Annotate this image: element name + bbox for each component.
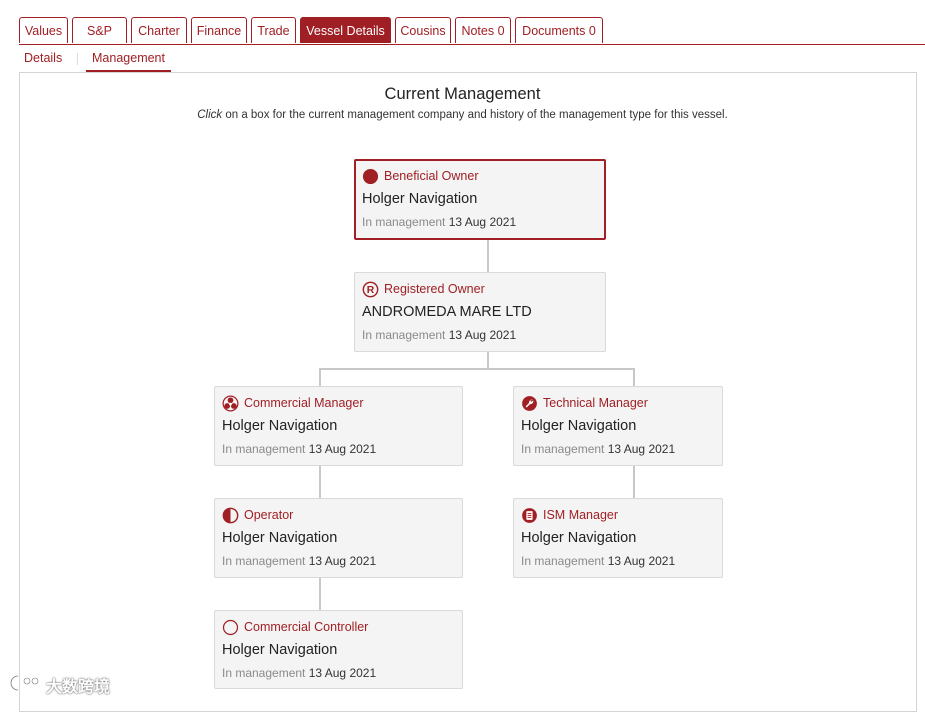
role-label: Commercial Controller bbox=[244, 620, 369, 634]
registered-r-icon: R bbox=[362, 281, 379, 298]
ism-manager-box[interactable]: ISM Manager Holger Navigation In managem… bbox=[513, 498, 723, 578]
document-circle-icon bbox=[521, 507, 538, 524]
commercial-manager-icon bbox=[222, 395, 239, 412]
connector-commercial-operator bbox=[319, 465, 321, 498]
role-label: Commercial Manager bbox=[244, 396, 364, 410]
management-since: In management 13 Aug 2021 bbox=[222, 554, 376, 568]
watermark-text: 大数跨境 bbox=[46, 679, 111, 696]
half-circle-icon bbox=[222, 507, 239, 524]
registered-owner-box[interactable]: R Registered Owner ANDROMEDA MARE LTD In… bbox=[354, 272, 606, 352]
watermark-logo-icon bbox=[8, 673, 42, 698]
since-date: 13 Aug 2021 bbox=[308, 666, 377, 680]
tab-vessel-details[interactable]: Vessel Details bbox=[300, 17, 391, 43]
since-label: In management bbox=[362, 328, 446, 342]
tab-documents[interactable]: Documents 0 bbox=[515, 17, 603, 43]
operator-box[interactable]: Operator Holger Navigation In management… bbox=[214, 498, 463, 578]
tab-values[interactable]: Values bbox=[19, 17, 68, 43]
management-since: In management 13 Aug 2021 bbox=[222, 442, 376, 456]
company-name: Holger Navigation bbox=[222, 642, 338, 658]
management-since: In management 13 Aug 2021 bbox=[222, 666, 376, 680]
management-since: In management 13 Aug 2021 bbox=[362, 215, 516, 229]
management-since: In management 13 Aug 2021 bbox=[362, 328, 516, 342]
since-label: In management bbox=[222, 666, 306, 680]
filled-circle-icon bbox=[362, 168, 379, 185]
technical-manager-role: Technical Manager bbox=[521, 394, 648, 412]
svg-text:R: R bbox=[367, 285, 375, 296]
company-name: Holger Navigation bbox=[362, 191, 478, 207]
beneficial-owner-role: Beneficial Owner bbox=[362, 167, 479, 185]
ism-manager-role: ISM Manager bbox=[521, 506, 618, 524]
panel-hint: Click on a box for the current managemen… bbox=[0, 109, 925, 121]
connector-technical-ism bbox=[633, 465, 635, 498]
since-date: 13 Aug 2021 bbox=[308, 554, 377, 568]
connector-branch-right bbox=[633, 368, 635, 386]
company-name: Holger Navigation bbox=[521, 530, 637, 546]
operator-role: Operator bbox=[222, 506, 293, 524]
since-label: In management bbox=[222, 554, 306, 568]
registered-owner-role: R Registered Owner bbox=[362, 280, 485, 298]
watermark: 大数跨境 bbox=[8, 674, 110, 696]
tab-trade[interactable]: Trade bbox=[251, 17, 296, 43]
subtab-management[interactable]: Management bbox=[86, 50, 171, 72]
management-since: In management 13 Aug 2021 bbox=[521, 442, 675, 456]
technical-manager-box[interactable]: Technical Manager Holger Navigation In m… bbox=[513, 386, 723, 466]
company-name: Holger Navigation bbox=[222, 418, 338, 434]
panel-hint-lead: Click bbox=[197, 109, 223, 121]
tab-cousins[interactable]: Cousins bbox=[395, 17, 451, 43]
role-label: Operator bbox=[244, 508, 294, 522]
connector-operator-controller bbox=[319, 577, 321, 610]
role-label: ISM Manager bbox=[543, 508, 619, 522]
commercial-manager-box[interactable]: Commercial Manager Holger Navigation In … bbox=[214, 386, 463, 466]
tab-notes[interactable]: Notes 0 bbox=[455, 17, 511, 43]
beneficial-owner-box[interactable]: Beneficial Owner Holger Navigation In ma… bbox=[354, 159, 606, 240]
main-tab-bar: Values S&P Charter Finance Trade Vessel … bbox=[19, 17, 925, 45]
role-label: Registered Owner bbox=[384, 282, 485, 296]
panel-hint-text: on a box for the current management comp… bbox=[222, 109, 728, 121]
panel-title: Current Management bbox=[384, 85, 541, 103]
role-label: Beneficial Owner bbox=[384, 169, 479, 183]
management-since: In management 13 Aug 2021 bbox=[521, 554, 675, 568]
company-name: Holger Navigation bbox=[521, 418, 637, 434]
since-label: In management bbox=[222, 442, 306, 456]
commercial-controller-box[interactable]: Commercial Controller Holger Navigation … bbox=[214, 610, 463, 689]
since-label: In management bbox=[362, 215, 446, 229]
tab-finance[interactable]: Finance bbox=[191, 17, 247, 43]
connector-beneficial-registered bbox=[487, 239, 489, 272]
commercial-manager-role: Commercial Manager bbox=[222, 394, 363, 412]
since-date: 13 Aug 2021 bbox=[308, 442, 377, 456]
role-label: Technical Manager bbox=[543, 396, 648, 410]
since-date: 13 Aug 2021 bbox=[448, 215, 517, 229]
empty-circle-icon bbox=[222, 619, 239, 636]
connector-registered-down bbox=[487, 351, 489, 369]
connector-branch-left bbox=[319, 368, 321, 386]
tab-charter[interactable]: Charter bbox=[131, 17, 187, 43]
tab-sp[interactable]: S&P bbox=[72, 17, 127, 43]
since-date: 13 Aug 2021 bbox=[607, 554, 676, 568]
since-label: In management bbox=[521, 442, 605, 456]
wrench-circle-icon bbox=[521, 395, 538, 412]
company-name: Holger Navigation bbox=[222, 530, 338, 546]
commercial-controller-role: Commercial Controller bbox=[222, 618, 368, 636]
company-name: ANDROMEDA MARE LTD bbox=[362, 304, 532, 320]
connector-branch bbox=[319, 368, 635, 370]
subtab-details[interactable]: Details bbox=[24, 50, 62, 70]
since-label: In management bbox=[521, 554, 605, 568]
since-date: 13 Aug 2021 bbox=[448, 328, 517, 342]
subtab-divider bbox=[77, 53, 78, 65]
since-date: 13 Aug 2021 bbox=[607, 442, 676, 456]
